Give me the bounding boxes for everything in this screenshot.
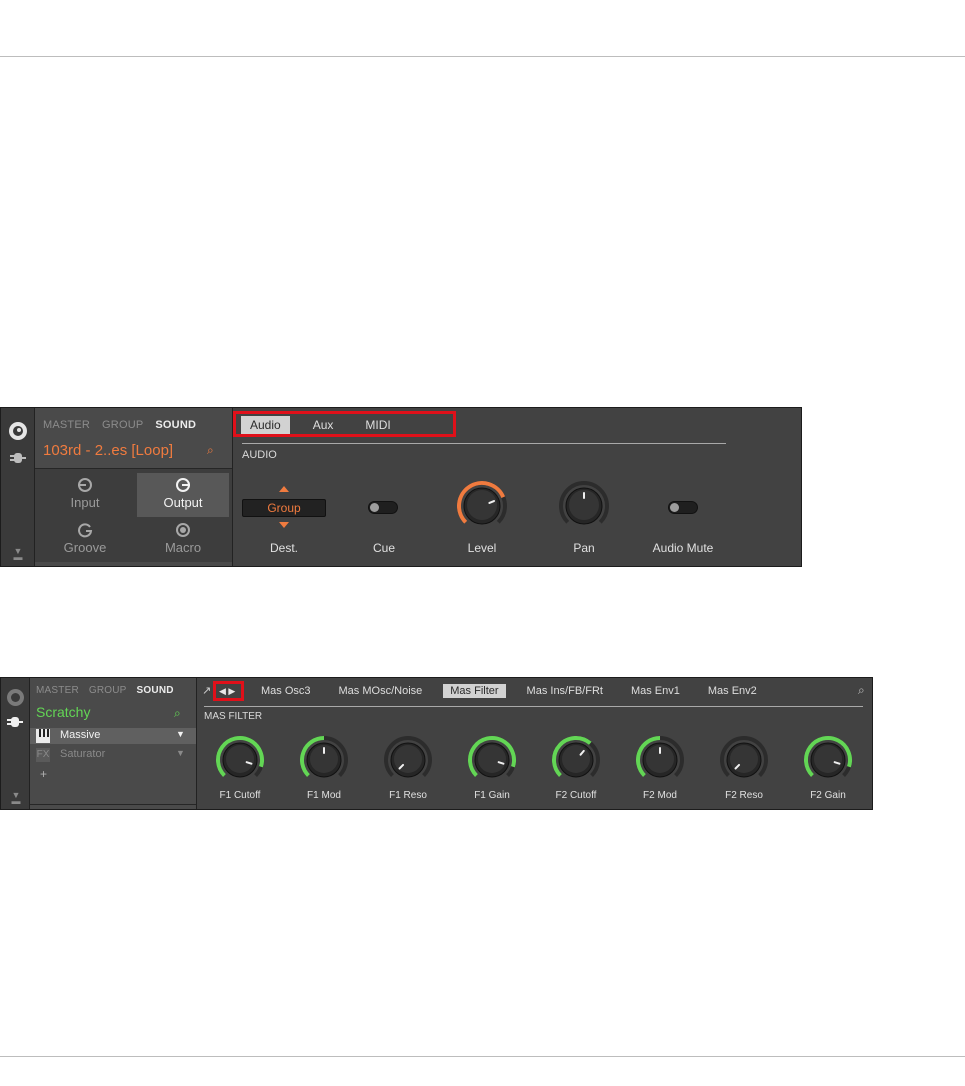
- tab-mas-env2[interactable]: Mas Env2: [701, 684, 764, 698]
- page-label: Macro: [164, 540, 202, 555]
- control-area-audio-panel: ▼ ▬ MASTER GROUP SOUND 103rd - 2..es [Loop]…: [0, 407, 802, 567]
- output-icon: [137, 473, 229, 495]
- section-title: MAS FILTER: [204, 711, 263, 722]
- control-area-plugin-panel: ▼ ▬ MASTER GROUP SOUND Scratchy ⌕ Massive ▼…: [0, 677, 873, 810]
- piano-icon: [36, 729, 50, 743]
- knob-label: F1 Reso: [389, 790, 427, 801]
- add-plugin-button[interactable]: +: [40, 767, 47, 781]
- parameter-area: Audio Aux MIDI AUDIO Group Dest. Cue Level…: [233, 408, 801, 566]
- pan-label: Pan: [573, 541, 595, 555]
- channel-properties-icon[interactable]: [7, 689, 24, 706]
- search-icon[interactable]: ⌕: [174, 706, 181, 721]
- knob-label: F2 Reso: [725, 790, 763, 801]
- plugin-name: Massive: [60, 729, 101, 741]
- bottom-rule: [0, 1056, 965, 1057]
- knob-f1-gain[interactable]: [466, 734, 518, 786]
- cue-label: Cue: [372, 541, 395, 555]
- tab-mas-env1[interactable]: Mas Env1: [624, 684, 687, 698]
- level-tabs: MASTER GROUP SOUND: [43, 419, 208, 431]
- knob-f2-reso[interactable]: [718, 734, 770, 786]
- knob-label: F1 Gain: [474, 790, 510, 801]
- left-sidebar: ▼ ▬: [1, 678, 30, 809]
- highlight-frame: [233, 411, 456, 437]
- dest-selector[interactable]: Group: [242, 499, 326, 517]
- expand-menu-icon[interactable]: ▼ ▬: [9, 791, 23, 806]
- level-tab-master[interactable]: MASTER: [43, 419, 90, 431]
- level-label: Level: [467, 541, 497, 555]
- channel-properties-icon[interactable]: [9, 422, 27, 440]
- plugin-browser: MASTER GROUP SOUND Scratchy ⌕ Massive ▼ FX…: [30, 678, 197, 809]
- plugin-slot-saturator[interactable]: FX Saturator ▼: [30, 747, 196, 763]
- audio-mute-toggle[interactable]: [668, 501, 698, 514]
- knob-f1-cutoff[interactable]: [214, 734, 266, 786]
- knob-label: F2 Mod: [643, 790, 677, 801]
- highlight-frame: [213, 681, 244, 701]
- page-label: Output: [163, 495, 203, 510]
- macro-icon: [137, 518, 229, 540]
- knob-f2-cutoff[interactable]: [550, 734, 602, 786]
- expand-menu-icon[interactable]: ▼ ▬: [11, 547, 25, 562]
- input-icon: [39, 473, 131, 495]
- section-divider: [204, 706, 863, 707]
- level-tab-master[interactable]: MASTER: [36, 685, 79, 696]
- knob-label: F1 Mod: [307, 790, 341, 801]
- plugin-slot-massive[interactable]: Massive ▼: [30, 728, 196, 744]
- search-icon[interactable]: ⌕: [858, 683, 865, 698]
- dest-up-arrow-icon[interactable]: [279, 486, 289, 492]
- page-macro[interactable]: Macro: [137, 518, 229, 562]
- plugin-icon[interactable]: [7, 716, 23, 728]
- knob-f1-reso[interactable]: [382, 734, 434, 786]
- page-grid: Input Output Groove Macro: [35, 468, 232, 562]
- search-icon[interactable]: ⌕: [207, 443, 214, 458]
- plugin-icon[interactable]: [10, 452, 26, 464]
- cue-toggle[interactable]: [368, 501, 398, 514]
- tab-mas-ins-fb-frt[interactable]: Mas Ins/FB/FRt: [520, 684, 610, 698]
- level-tab-sound[interactable]: SOUND: [137, 685, 174, 696]
- section-divider: [242, 443, 726, 444]
- dest-down-arrow-icon[interactable]: [279, 522, 289, 528]
- parameter-area: ↗ ◀ ▶ Mas Osc3 Mas MOsc/Noise Mas Filter Ma…: [198, 678, 872, 809]
- dest-label: Dest.: [269, 541, 298, 555]
- page-output[interactable]: Output: [137, 473, 229, 517]
- sound-name[interactable]: Scratchy: [36, 704, 90, 720]
- level-knob[interactable]: [455, 479, 509, 533]
- groove-icon: [39, 518, 131, 540]
- tab-mas-filter[interactable]: Mas Filter: [443, 684, 506, 698]
- page-input[interactable]: Input: [39, 473, 131, 517]
- sound-browser: MASTER GROUP SOUND 103rd - 2..es [Loop] ⌕ …: [35, 408, 233, 566]
- parameter-tabs: Mas Osc3 Mas MOsc/Noise Mas Filter Mas Ins/…: [254, 684, 778, 698]
- plugin-name: Saturator: [60, 748, 106, 760]
- page-label: Input: [70, 495, 100, 510]
- chevron-down-icon[interactable]: ▼: [176, 748, 185, 758]
- page-label: Groove: [63, 540, 107, 555]
- browser-divider: [30, 804, 196, 805]
- level-tab-sound[interactable]: SOUND: [155, 419, 196, 431]
- pan-knob[interactable]: [557, 479, 611, 533]
- chevron-down-icon[interactable]: ▼: [176, 729, 185, 739]
- expand-arrow-icon[interactable]: ↗: [202, 684, 211, 697]
- left-sidebar: ▼ ▬: [1, 408, 35, 566]
- tab-mas-osc3[interactable]: Mas Osc3: [254, 684, 318, 698]
- page-groove[interactable]: Groove: [39, 518, 131, 562]
- level-tabs: MASTER GROUP SOUND: [36, 685, 184, 696]
- knob-f2-mod[interactable]: [634, 734, 686, 786]
- knob-label: F2 Gain: [810, 790, 846, 801]
- knob-f1-mod[interactable]: [298, 734, 350, 786]
- level-tab-group[interactable]: GROUP: [89, 685, 127, 696]
- audio-mute-label: Audio Mute: [652, 541, 714, 555]
- knob-f2-gain[interactable]: [802, 734, 854, 786]
- fx-icon: FX: [36, 748, 50, 762]
- top-rule: [0, 56, 965, 57]
- knob-label: F2 Cutoff: [555, 790, 597, 801]
- section-title: AUDIO: [242, 449, 277, 461]
- sound-name[interactable]: 103rd - 2..es [Loop]: [43, 442, 173, 459]
- level-tab-group[interactable]: GROUP: [102, 419, 143, 431]
- knob-label: F1 Cutoff: [219, 790, 261, 801]
- tab-mas-mosc-noise[interactable]: Mas MOsc/Noise: [332, 684, 430, 698]
